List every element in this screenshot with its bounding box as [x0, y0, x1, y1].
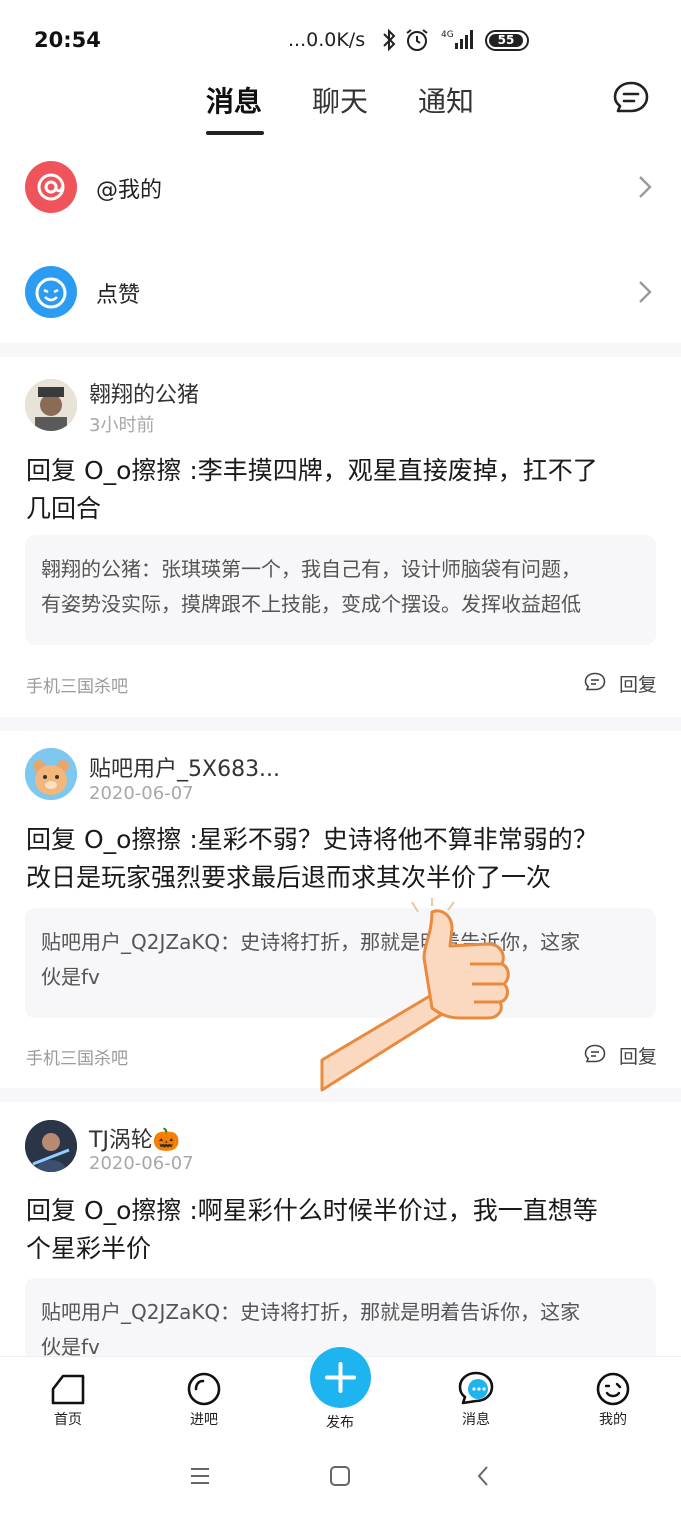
- reply-line: 回复 O_o擦擦 :啊星彩什么时候半价过，我一直想等: [26, 1196, 598, 1225]
- nav-home-label: 首页: [54, 1412, 82, 1428]
- status-time: 20:54: [34, 28, 101, 52]
- quote-line: 贴吧用户_Q2JZaKQ：史诗将打折，那就是明着告诉你，这家: [41, 1300, 581, 1324]
- nav-enter-bar[interactable]: 进吧: [164, 1371, 244, 1429]
- reply-line: 回复 O_o擦擦 :李丰摸四牌，观星直接废掉，扛不了: [26, 456, 598, 485]
- forum-name[interactable]: 手机三国杀吧: [26, 672, 128, 697]
- post-time: 2020-06-07: [89, 1153, 194, 1174]
- message-icon: [458, 1371, 494, 1405]
- network-speed: ...0.0K/s: [288, 29, 366, 51]
- chat-bubble-icon[interactable]: [612, 80, 650, 116]
- nav-profile-label: 我的: [599, 1412, 627, 1428]
- nav-home[interactable]: 首页: [28, 1371, 108, 1429]
- tab-messages[interactable]: 消息: [206, 80, 262, 120]
- quoted-comment[interactable]: 贴吧用户_Q2JZaKQ：史诗将打折，那就是明着告诉你，这家 伙是fv: [25, 1278, 656, 1356]
- signal-icon: 4G: [441, 30, 473, 49]
- network-type: 4G: [441, 30, 454, 40]
- forum-name[interactable]: 手机三国杀吧: [26, 1044, 128, 1069]
- top-tabs: 消息 聊天 通知: [0, 80, 681, 140]
- plus-icon: [325, 1362, 356, 1393]
- quoted-comment[interactable]: 翱翔的公猪：张琪瑛第一个，我自己有，设计师脑袋有问题， 有姿势没实际，摸牌跟不上…: [25, 535, 656, 645]
- avatar[interactable]: [25, 748, 77, 800]
- reply-label: 回复: [619, 674, 658, 696]
- enter-bar-icon: [187, 1372, 221, 1406]
- reply-icon: [584, 1044, 606, 1063]
- username[interactable]: 贴吧用户_5X683...: [89, 751, 280, 783]
- section-divider: [0, 717, 681, 731]
- chevron-right-icon: [639, 176, 652, 198]
- nav-profile[interactable]: 我的: [573, 1371, 653, 1429]
- nav-enter-bar-label: 进吧: [190, 1412, 218, 1428]
- avatar[interactable]: [25, 379, 77, 431]
- post-card[interactable]: 翱翔的公猪 3小时前 回复 O_o擦擦 :李丰摸四牌，观星直接废掉，扛不了 几回…: [0, 357, 681, 717]
- menu-icon[interactable]: [188, 1464, 212, 1488]
- system-nav-bar: [0, 1436, 681, 1515]
- username[interactable]: TJ涡轮🎃: [89, 1122, 180, 1154]
- like-face-icon: [25, 266, 77, 318]
- tab-indicator: [206, 131, 264, 135]
- username[interactable]: 翱翔的公猪: [89, 377, 199, 409]
- post-time: 2020-06-07: [89, 783, 194, 804]
- likes-label: 点赞: [96, 283, 141, 308]
- quote-line: 翱翔的公猪：张琪瑛第一个，我自己有，设计师脑袋有问题，: [41, 557, 581, 581]
- reply-text: 回复 O_o擦擦 :啊星彩什么时候半价过，我一直想等 个星彩半价: [26, 1192, 656, 1268]
- at-icon: [25, 161, 77, 213]
- at-me-entry[interactable]: @我的: [0, 137, 681, 237]
- reply-label: 回复: [619, 1046, 658, 1068]
- chevron-right-icon: [639, 281, 652, 303]
- reply-line: 回复 O_o擦擦 :星彩不弱？史诗将他不算非常弱的？: [26, 825, 598, 854]
- nav-message[interactable]: 消息: [436, 1371, 516, 1429]
- tab-notifications[interactable]: 通知: [418, 80, 474, 120]
- section-divider: [0, 343, 681, 357]
- reply-icon: [584, 672, 606, 691]
- likes-entry[interactable]: 点赞: [0, 242, 681, 342]
- alarm-icon: [406, 29, 428, 51]
- battery-level: 55: [489, 34, 523, 47]
- avatar[interactable]: [25, 1120, 77, 1172]
- tab-chat[interactable]: 聊天: [312, 80, 368, 120]
- publish-label: 发布: [326, 1415, 354, 1431]
- battery-indicator: 55: [485, 30, 529, 51]
- reply-line: 改日是玩家强烈要求最后退而求其次半价了一次: [26, 863, 552, 892]
- post-time: 3小时前: [89, 415, 155, 436]
- publish-button[interactable]: [310, 1347, 371, 1408]
- reply-text: 回复 O_o擦擦 :李丰摸四牌，观星直接废掉，扛不了 几回合: [26, 452, 656, 528]
- nav-message-label: 消息: [462, 1412, 490, 1428]
- at-me-label: @我的: [96, 178, 163, 203]
- profile-face-icon: [596, 1372, 630, 1406]
- reply-line: 几回合: [26, 494, 102, 523]
- reply-text: 回复 O_o擦擦 :星彩不弱？史诗将他不算非常弱的？ 改日是玩家强烈要求最后退而…: [26, 821, 656, 897]
- thumbs-up-icon: [320, 898, 510, 1092]
- status-bar: 20:54 ...0.0K/s 4G 55: [0, 0, 681, 82]
- post-card[interactable]: TJ涡轮🎃 2020-06-07 回复 O_o擦擦 :啊星彩什么时候半价过，我一…: [0, 1102, 681, 1356]
- home-square-icon[interactable]: [328, 1464, 352, 1488]
- back-icon[interactable]: [472, 1464, 496, 1488]
- bluetooth-icon: [383, 28, 396, 52]
- reply-line: 个星彩半价: [26, 1234, 152, 1263]
- quote-line: 有姿势没实际，摸牌跟不上技能，变成个摆设。发挥收益超低: [41, 592, 581, 616]
- home-icon: [51, 1374, 85, 1405]
